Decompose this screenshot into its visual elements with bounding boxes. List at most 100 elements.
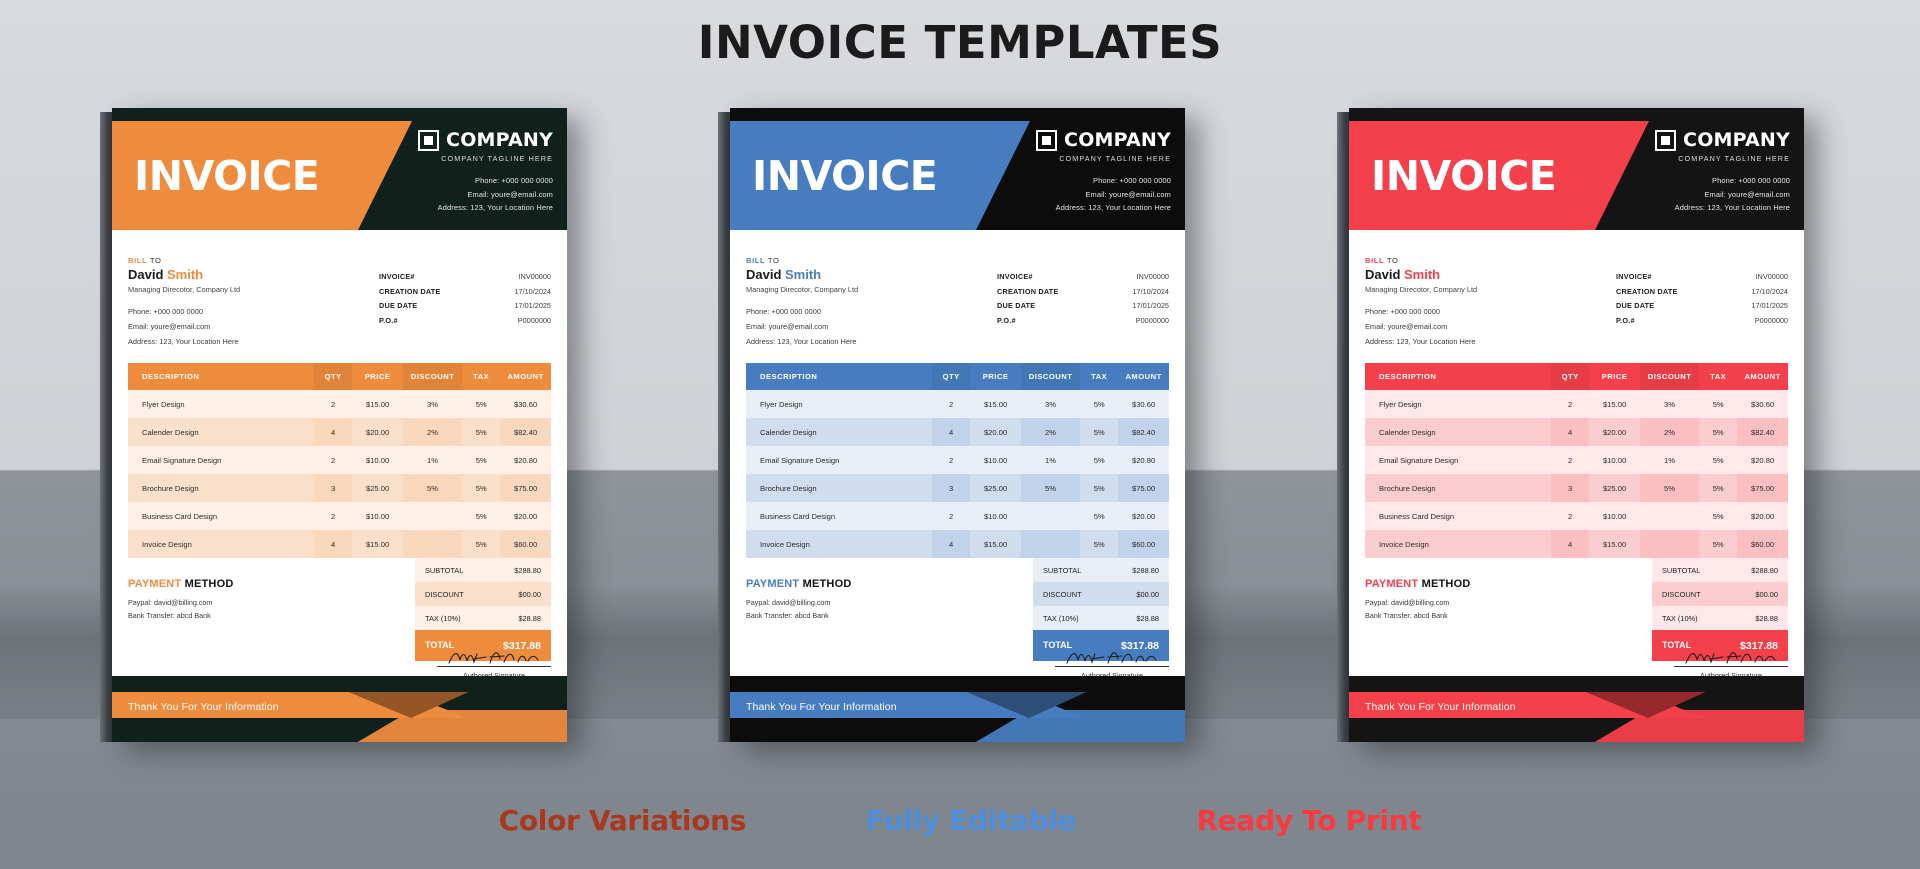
brand-tagline: COMPANY TAGLINE HERE — [441, 154, 553, 163]
items-header-discount: DISCOUNT — [1020, 363, 1081, 391]
totals-key-0: SUBTOTAL — [1662, 565, 1701, 575]
row-tax: 5% — [475, 427, 487, 437]
row-description: Flyer Design — [760, 399, 803, 409]
payment-method-title: PAYMENT METHOD — [1365, 578, 1470, 590]
invoice-heading: INVOICE — [1371, 152, 1557, 200]
bill-to-label: BILL TO — [746, 256, 858, 265]
bill-to-label: BILL TO — [1365, 256, 1477, 265]
row-qty: 2 — [949, 455, 954, 465]
invoice-meta-block: INVOICE# INV00000 CREATION DATE 17/10/2024 D… — [1616, 270, 1788, 349]
signature-line — [1055, 666, 1169, 667]
items-table-header-row: DESCRIPTION QTY PRICE DISCOUNT TAX AMOUNT — [128, 363, 551, 391]
table-row: Calender Design 4 $20.00 2% 5% $82.40 — [746, 418, 1169, 447]
row-tax: 5% — [1712, 455, 1724, 465]
invoice-meta-key-1: CREATION DATE — [379, 286, 441, 296]
billing-info: BILL TO David Smith Managing Direcotor, Co… — [746, 256, 1169, 349]
row-price: $20.00 — [1602, 427, 1627, 437]
header-contact-line-0: Phone: +000 000 0000 — [474, 176, 553, 185]
invoice-heading: INVOICE — [752, 152, 938, 200]
company-logo-icon — [1655, 130, 1677, 151]
row-description: Invoice Design — [142, 539, 192, 549]
totals-key-0: SUBTOTAL — [1043, 565, 1082, 575]
totals-key-2: TAX (10%) — [1662, 613, 1698, 623]
payment-method-block: PAYMENT METHOD Paypal: david@billing.com B… — [128, 558, 233, 623]
row-description: Business Card Design — [1379, 511, 1455, 521]
table-row: Brochure Design 3 $25.00 5% 5% $75.00 — [746, 474, 1169, 503]
totals-row: TAX (10%) $28.88 — [1652, 606, 1788, 631]
brand-block: COMPANY COMPANY TAGLINE HERE — [1655, 130, 1790, 163]
invoice-meta-row: P.O.# P0000000 — [1616, 314, 1788, 329]
brand-name: COMPANY — [446, 129, 553, 151]
row-amount: $82.40 — [1118, 418, 1169, 447]
invoice-meta-key-3: P.O.# — [997, 315, 1016, 325]
header-contact-line-0: Phone: +000 000 0000 — [1092, 176, 1171, 185]
row-amount: $30.60 — [1131, 399, 1156, 409]
row-description: Flyer Design — [1379, 399, 1422, 409]
row-tax: 5% — [1093, 483, 1105, 493]
client-contact-block: Phone: +000 000 0000 Email: youre@email.c… — [1365, 304, 1477, 350]
payment-lines: Paypal: david@billing.com Bank Transfer: … — [128, 597, 233, 623]
bill-to-accent: BILL — [746, 256, 766, 265]
client-role: Managing Direcotor, Company Ltd — [746, 284, 859, 294]
client-name: David Smith — [746, 267, 858, 283]
payment-rest: METHOD — [181, 578, 234, 591]
items-header-description: DESCRIPTION — [746, 363, 933, 391]
invoice-meta-value-1: 17/10/2024 — [514, 286, 551, 296]
invoice-meta-value-3: P0000000 — [517, 315, 551, 325]
footer-block: Thank You For Your Information — [730, 676, 1185, 742]
brand-tagline: COMPANY TAGLINE HERE — [1059, 154, 1171, 163]
invoice-template-blue[interactable]: INVOICE COMPANY COMPANY TAGLINE HERE Phone:… — [730, 108, 1185, 742]
bill-to-rest: TO — [147, 256, 162, 265]
totals-row: SUBTOTAL $288.80 — [415, 558, 551, 583]
payment-method-block: PAYMENT METHOD Paypal: david@billing.com B… — [1365, 558, 1470, 623]
row-discount — [1640, 502, 1699, 530]
row-discount: 5% — [1020, 474, 1081, 503]
footer-thankyou-text: Thank You For Your Information — [746, 701, 897, 713]
row-price: $15.00 — [1602, 539, 1627, 549]
logo-inner-square — [424, 136, 434, 145]
invoice-template-orange[interactable]: INVOICE COMPANY COMPANY TAGLINE HERE Phone:… — [112, 108, 567, 742]
brand-tagline: COMPANY TAGLINE HERE — [1678, 154, 1790, 163]
table-row: Invoice Design 4 $15.00 5% $60.00 — [1365, 530, 1788, 559]
row-qty: 2 — [1568, 455, 1573, 465]
totals-row: DISCOUNT $00.00 — [1033, 582, 1169, 607]
row-qty: 4 — [314, 418, 353, 447]
billing-info: BILL TO David Smith Managing Direcotor, Co… — [128, 256, 551, 349]
totals-value-0: $288.80 — [514, 565, 541, 575]
invoice-meta-row: P.O.# P0000000 — [379, 314, 551, 329]
totals-row: DISCOUNT $00.00 — [415, 582, 551, 607]
bill-to-rest: TO — [765, 256, 780, 265]
row-tax: 5% — [1712, 483, 1724, 493]
row-qty: 2 — [949, 511, 954, 521]
footer-block: Thank You For Your Information — [112, 676, 567, 742]
client-first-name: David — [1365, 267, 1405, 282]
tagline-row: Color Variations Fully Editable Ready To… — [0, 804, 1920, 837]
invoice-meta-key-0: INVOICE# — [997, 272, 1033, 281]
payment-method-title: PAYMENT METHOD — [746, 578, 851, 590]
invoice-template-red[interactable]: INVOICE COMPANY COMPANY TAGLINE HERE Phone:… — [1349, 108, 1804, 742]
row-qty: 2 — [1568, 511, 1573, 521]
row-price: $15.00 — [983, 539, 1008, 549]
row-description: Calender Design — [760, 427, 817, 437]
row-amount: $82.40 — [1737, 418, 1788, 447]
row-qty: 2 — [331, 511, 336, 521]
row-discount: 3% — [427, 399, 439, 409]
row-discount: 1% — [427, 455, 439, 465]
invoice-heading: INVOICE — [134, 152, 320, 200]
row-tax: 5% — [1093, 399, 1105, 409]
row-discount: 2% — [402, 418, 463, 447]
totals-value-2: $28.88 — [518, 613, 541, 623]
client-contact-line-1: Email: youre@email.com — [746, 321, 829, 331]
header-contact-block: Phone: +000 000 0000 Email: youre@email.c… — [438, 174, 553, 215]
totals-row: TAX (10%) $28.88 — [415, 606, 551, 631]
payment-line-1: Bank Transfer: abcd Bank — [128, 611, 211, 621]
client-first-name: David — [746, 267, 786, 282]
row-price: $10.00 — [1602, 511, 1627, 521]
row-description: Calender Design — [1379, 427, 1436, 437]
payment-accent: PAYMENT — [1365, 578, 1419, 591]
invoice-meta-row: INVOICE# INV00000 — [379, 270, 551, 285]
bill-to-block: BILL TO David Smith Managing Direcotor, Co… — [746, 256, 858, 349]
table-row: Brochure Design 3 $25.00 5% 5% $75.00 — [1365, 474, 1788, 503]
items-header-qty: QTY — [314, 363, 353, 391]
totals-value-0: $288.80 — [1751, 565, 1778, 575]
